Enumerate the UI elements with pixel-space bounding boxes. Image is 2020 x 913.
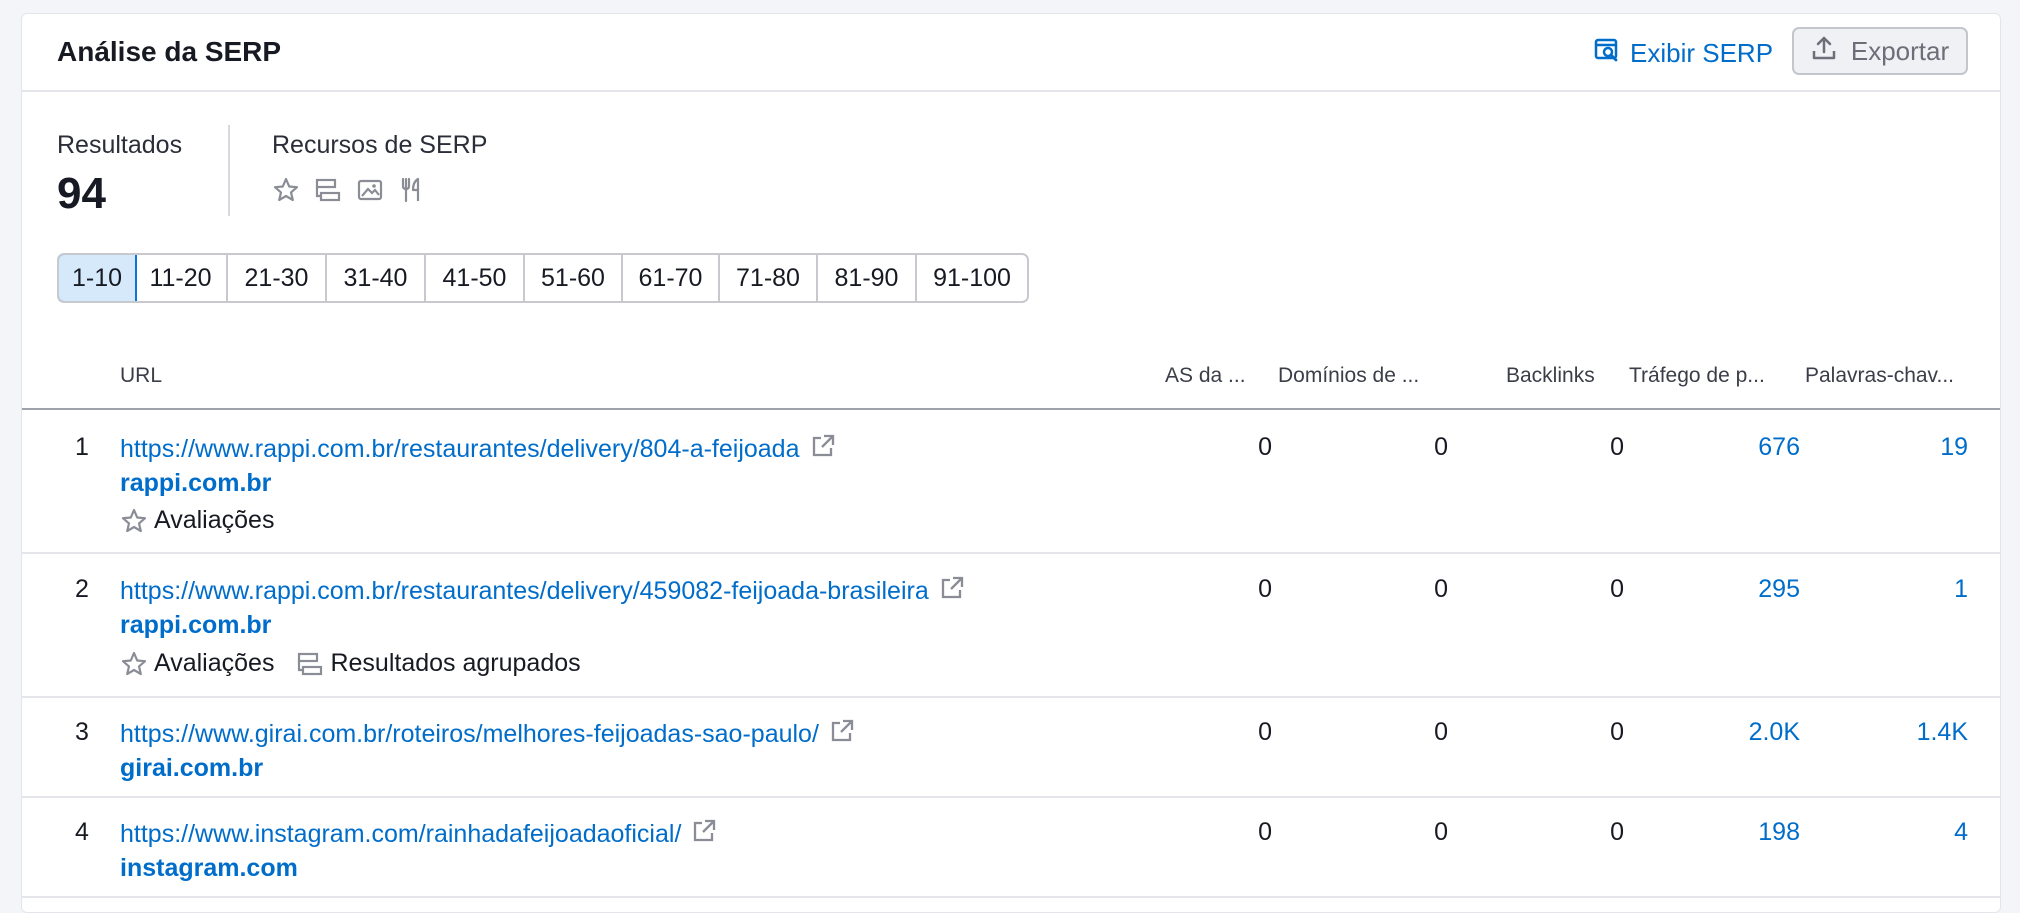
row-url-link[interactable]: https://www.rappi.com.br/restaurantes/de… bbox=[120, 433, 836, 466]
feature-grouped-results: Resultados agrupados bbox=[296, 649, 581, 678]
external-link-icon[interactable] bbox=[939, 575, 965, 608]
grouped-results-icon bbox=[298, 652, 323, 675]
page-61-70[interactable]: 61-70 bbox=[623, 255, 720, 301]
row-domain[interactable]: instagram.com bbox=[120, 854, 298, 883]
row-backlinks: 0 bbox=[1610, 575, 1624, 603]
feature-reviews: Avaliações bbox=[120, 649, 274, 678]
feature-label: Avaliações bbox=[154, 649, 275, 677]
search-window-icon bbox=[1594, 37, 1620, 70]
row-url-link[interactable]: https://www.girai.com.br/roteiros/melhor… bbox=[120, 718, 855, 751]
row-referring-domains: 0 bbox=[1434, 818, 1448, 846]
row-url: https://www.girai.com.br/roteiros/melhor… bbox=[120, 720, 819, 748]
row-traffic[interactable]: 198 bbox=[1758, 818, 1800, 847]
row-authority-score: 0 bbox=[1258, 818, 1272, 846]
row-keywords[interactable]: 4 bbox=[1954, 818, 1968, 847]
serp-analysis-card: Análise da SERP Exibir SERP Exportar Res… bbox=[21, 13, 2001, 913]
feature-label: Avaliações bbox=[154, 506, 275, 534]
table-row: 2 https://www.rappi.com.br/restaurantes/… bbox=[22, 554, 2000, 698]
results-value: 94 bbox=[57, 169, 106, 218]
export-label: Exportar bbox=[1850, 35, 1950, 66]
row-url-link[interactable]: https://www.instagram.com/rainhadafeijoa… bbox=[120, 818, 717, 851]
row-traffic[interactable]: 676 bbox=[1758, 433, 1800, 462]
page-71-80[interactable]: 71-80 bbox=[720, 255, 818, 301]
row-position: 3 bbox=[75, 718, 89, 746]
row-authority-score: 0 bbox=[1258, 575, 1272, 603]
serp-features-label: Recursos de SERP bbox=[272, 131, 488, 159]
row-url: https://www.rappi.com.br/restaurantes/de… bbox=[120, 435, 800, 463]
table-row: 1 https://www.rappi.com.br/restaurantes/… bbox=[22, 410, 2000, 554]
external-link-icon[interactable] bbox=[691, 818, 717, 851]
column-keywords[interactable]: Palavras-chav... bbox=[1805, 364, 1954, 388]
page-51-60[interactable]: 51-60 bbox=[525, 255, 623, 301]
star-icon bbox=[121, 508, 147, 532]
page-title: Análise da SERP bbox=[57, 36, 282, 67]
grouped-results-icon[interactable] bbox=[314, 176, 342, 204]
column-url[interactable]: URL bbox=[120, 364, 162, 388]
row-backlinks: 0 bbox=[1610, 818, 1624, 846]
feature-label: Resultados agrupados bbox=[330, 649, 581, 677]
external-link-icon[interactable] bbox=[829, 718, 855, 751]
row-referring-domains: 0 bbox=[1434, 575, 1448, 603]
row-keywords[interactable]: 1 bbox=[1954, 575, 1968, 604]
column-referring-domains[interactable]: Domínios de ... bbox=[1278, 364, 1419, 388]
restaurant-icon[interactable] bbox=[398, 176, 426, 204]
page-31-40[interactable]: 31-40 bbox=[327, 255, 426, 301]
column-authority-score[interactable]: AS da ... bbox=[1165, 364, 1246, 388]
row-position: 2 bbox=[75, 575, 89, 603]
column-traffic[interactable]: Tráfego de p... bbox=[1629, 364, 1765, 388]
image-icon[interactable] bbox=[356, 176, 384, 204]
export-button[interactable]: Exportar bbox=[1792, 27, 1968, 75]
row-url: https://www.instagram.com/rainhadafeijoa… bbox=[120, 820, 682, 848]
row-domain[interactable]: rappi.com.br bbox=[120, 611, 271, 640]
external-link-icon[interactable] bbox=[810, 433, 836, 466]
summary-divider bbox=[228, 125, 230, 216]
row-keywords[interactable]: 1.4K bbox=[1917, 718, 1968, 747]
row-referring-domains: 0 bbox=[1434, 718, 1448, 746]
row-backlinks: 0 bbox=[1610, 718, 1624, 746]
results-label: Resultados bbox=[57, 131, 183, 159]
page-1-10[interactable]: 1-10 bbox=[59, 255, 137, 301]
column-backlinks[interactable]: Backlinks bbox=[1506, 364, 1595, 388]
row-backlinks: 0 bbox=[1610, 433, 1624, 461]
row-authority-score: 0 bbox=[1258, 433, 1272, 461]
row-traffic[interactable]: 295 bbox=[1758, 575, 1800, 604]
star-icon bbox=[121, 651, 147, 675]
page-41-50[interactable]: 41-50 bbox=[426, 255, 525, 301]
page-11-20[interactable]: 11-20 bbox=[135, 255, 228, 301]
pagination: 1-10 11-20 21-30 31-40 41-50 51-60 61-70… bbox=[57, 253, 1029, 303]
star-icon[interactable] bbox=[272, 176, 300, 204]
row-referring-domains: 0 bbox=[1434, 433, 1448, 461]
table-row: 4 https://www.instagram.com/rainhadafeij… bbox=[22, 798, 2000, 898]
view-serp-label: Exibir SERP bbox=[1630, 37, 1774, 68]
row-authority-score: 0 bbox=[1258, 718, 1272, 746]
row-url-link[interactable]: https://www.rappi.com.br/restaurantes/de… bbox=[120, 575, 965, 608]
row-domain[interactable]: girai.com.br bbox=[120, 754, 263, 783]
table-header: URL AS da ... Domínios de ... Backlinks … bbox=[22, 344, 2000, 410]
page-91-100[interactable]: 91-100 bbox=[917, 255, 1027, 301]
view-serp-link[interactable]: Exibir SERP bbox=[1594, 36, 1773, 70]
row-url: https://www.rappi.com.br/restaurantes/de… bbox=[120, 577, 929, 605]
row-domain[interactable]: rappi.com.br bbox=[120, 469, 271, 498]
row-position: 4 bbox=[75, 818, 89, 846]
row-position: 1 bbox=[75, 433, 89, 461]
table-row: 3 https://www.girai.com.br/roteiros/melh… bbox=[22, 698, 2000, 798]
feature-reviews: Avaliações bbox=[120, 506, 274, 535]
row-keywords[interactable]: 19 bbox=[1940, 433, 1968, 462]
card-header: Análise da SERP Exibir SERP Exportar bbox=[22, 14, 2000, 92]
row-traffic[interactable]: 2.0K bbox=[1749, 718, 1800, 747]
page-21-30[interactable]: 21-30 bbox=[228, 255, 327, 301]
row-features: Avaliações bbox=[120, 506, 296, 535]
page-81-90[interactable]: 81-90 bbox=[818, 255, 917, 301]
row-features: Avaliações Resultados agrupados bbox=[120, 649, 603, 678]
serp-features-icons bbox=[272, 176, 426, 204]
upload-icon bbox=[1811, 35, 1837, 68]
